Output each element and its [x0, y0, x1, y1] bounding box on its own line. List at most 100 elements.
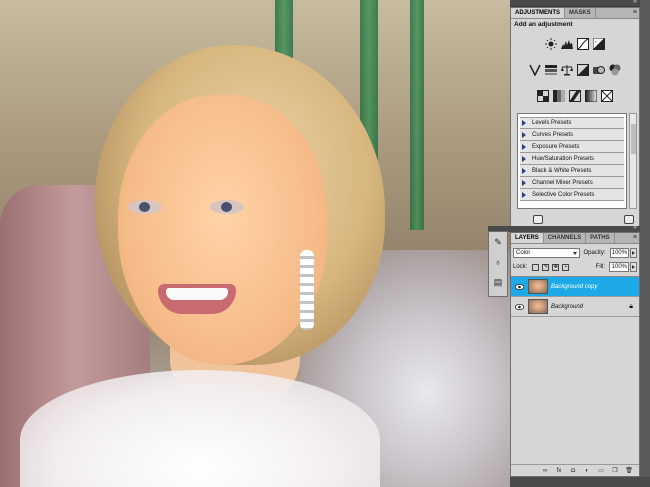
invert-icon[interactable] — [537, 89, 550, 102]
lock-options: ✎ ✥ ▪ — [532, 263, 570, 271]
right-eye — [210, 200, 244, 214]
curves-icon[interactable] — [577, 37, 590, 50]
preset-hue-saturation[interactable]: Hue/Saturation Presets — [520, 153, 624, 165]
clone-source-icon[interactable]: ♁ — [489, 252, 507, 272]
adjustment-icons-row-1: + — [511, 37, 639, 50]
new-layer-icon[interactable]: ❐ — [611, 467, 619, 474]
link-layers-icon[interactable]: ∞ — [541, 468, 549, 474]
clip-to-layer-icon[interactable] — [533, 215, 543, 224]
add-mask-icon[interactable]: ◘ — [569, 468, 577, 474]
background-post — [410, 0, 424, 230]
threshold-icon[interactable] — [569, 89, 582, 102]
vibrance-icon[interactable] — [529, 63, 542, 76]
layer-row-background-copy[interactable]: Background copy — [511, 277, 639, 297]
expand-triangle-icon[interactable] — [522, 179, 526, 186]
earring — [300, 250, 314, 330]
adjustments-tabs: ADJUSTMENTS MASKS ≡ — [511, 8, 639, 19]
photo-filter-icon[interactable] — [593, 63, 606, 76]
tab-masks[interactable]: MASKS — [565, 8, 596, 18]
preset-label: Levels Presets — [532, 120, 572, 126]
fill-slider-toggle[interactable] — [630, 262, 637, 272]
opacity-input[interactable]: 100% — [609, 248, 630, 258]
preset-curves[interactable]: Curves Presets — [520, 129, 624, 141]
preset-exposure[interactable]: Exposure Presets — [520, 141, 624, 153]
preset-label: Exposure Presets — [532, 143, 580, 150]
preset-channel-mixer[interactable]: Channel Mixer Presets — [520, 177, 624, 189]
exposure-icon[interactable]: + — [593, 37, 606, 50]
gradient-map-icon[interactable] — [585, 89, 598, 102]
posterize-icon[interactable] — [553, 89, 566, 102]
panel-menu-icon[interactable]: ≡ — [633, 234, 637, 241]
blend-mode-select[interactable]: Color — [513, 248, 580, 258]
expand-triangle-icon[interactable] — [522, 131, 526, 138]
layer-thumbnail — [528, 279, 548, 294]
expand-triangle-icon[interactable] — [522, 167, 526, 174]
lock-icon: 🔒︎ — [629, 302, 633, 310]
layer-row-background[interactable]: Background 🔒︎ — [511, 297, 639, 317]
hue-saturation-icon[interactable] — [545, 63, 558, 76]
preset-levels[interactable]: Levels Presets — [520, 117, 624, 129]
adjustment-icons-row-2 — [511, 63, 639, 76]
adjustments-panel: ADJUSTMENTS MASKS ≡ Add an adjustment + — [510, 7, 640, 227]
eye-icon[interactable] — [513, 281, 525, 293]
panel-dock-bar[interactable]: » — [510, 0, 640, 6]
new-group-icon[interactable]: ▭ — [597, 467, 605, 474]
tab-paths[interactable]: PATHS — [586, 233, 615, 243]
scrollbar-thumb[interactable] — [631, 124, 636, 154]
adjustments-title: Add an adjustment — [514, 21, 573, 28]
opacity-slider-toggle[interactable] — [630, 248, 637, 258]
face — [118, 95, 328, 365]
collapse-icon[interactable]: » — [633, 0, 637, 5]
history-icon[interactable]: ▤ — [489, 272, 507, 292]
tab-layers[interactable]: LAYERS — [511, 233, 544, 243]
expand-triangle-icon[interactable] — [522, 155, 526, 162]
layer-name[interactable]: Background copy — [551, 284, 597, 290]
layer-name[interactable]: Background — [551, 304, 583, 310]
left-eye — [128, 200, 162, 214]
preset-label: Channel Mixer Presets — [532, 179, 593, 186]
delete-layer-icon[interactable]: 🗑︎ — [625, 467, 633, 474]
fill-label: Fill: — [595, 264, 605, 270]
brush-presets-icon[interactable]: ✎ — [489, 232, 507, 252]
expand-triangle-icon[interactable] — [522, 191, 526, 198]
preset-label: Selective Color Presets — [532, 191, 595, 198]
layer-list: Background copy Background 🔒︎ — [511, 276, 639, 317]
color-balance-icon[interactable] — [561, 63, 574, 76]
preset-selective-color[interactable]: Selective Color Presets — [520, 189, 624, 201]
expand-triangle-icon[interactable] — [522, 143, 526, 150]
preset-label: Hue/Saturation Presets — [532, 155, 595, 162]
tab-channels[interactable]: CHANNELS — [544, 233, 587, 243]
preset-label: Curves Presets — [532, 131, 574, 138]
preset-black-white[interactable]: Black & White Presets — [520, 165, 624, 177]
presets-scrollbar[interactable] — [629, 113, 637, 209]
layers-footer: ∞ fx ◘ ◐ ▭ ❐ 🗑︎ — [511, 464, 639, 476]
brightness-contrast-icon[interactable] — [545, 37, 558, 50]
opacity-label: Opacity: — [583, 250, 606, 256]
tab-adjustments[interactable]: ADJUSTMENTS — [511, 8, 566, 18]
adjustment-icons-row-3 — [511, 89, 639, 102]
eye-icon[interactable] — [513, 301, 525, 313]
lock-image-icon[interactable]: ✎ — [542, 263, 550, 271]
selective-color-icon[interactable] — [601, 89, 614, 102]
adjustments-footer — [511, 213, 639, 226]
levels-icon[interactable] — [561, 37, 574, 50]
black-white-icon[interactable] — [577, 63, 590, 76]
toggle-visibility-icon[interactable] — [624, 215, 634, 224]
lock-position-icon[interactable]: ✥ — [552, 263, 560, 271]
fill-input[interactable]: 100% — [609, 262, 629, 272]
smile — [158, 284, 236, 314]
expand-triangle-icon[interactable] — [522, 120, 526, 126]
lock-label: Lock: — [513, 264, 528, 270]
new-adjustment-icon[interactable]: ◐ — [583, 468, 591, 474]
lock-fill-row: Lock: ✎ ✥ ▪ Fill: 100% — [511, 260, 639, 274]
preset-label: Black & White Presets — [532, 167, 592, 174]
collapse-icon[interactable]: » — [633, 224, 637, 231]
lock-transparent-icon[interactable] — [532, 263, 540, 271]
right-edge-strip — [640, 0, 650, 487]
layer-style-icon[interactable]: fx — [555, 468, 563, 474]
channel-mixer-icon[interactable] — [609, 63, 622, 76]
lock-all-icon[interactable]: ▪ — [562, 263, 570, 271]
image-canvas[interactable] — [0, 0, 510, 487]
layer-thumbnail — [528, 299, 548, 314]
panel-menu-icon[interactable]: ≡ — [633, 9, 637, 16]
